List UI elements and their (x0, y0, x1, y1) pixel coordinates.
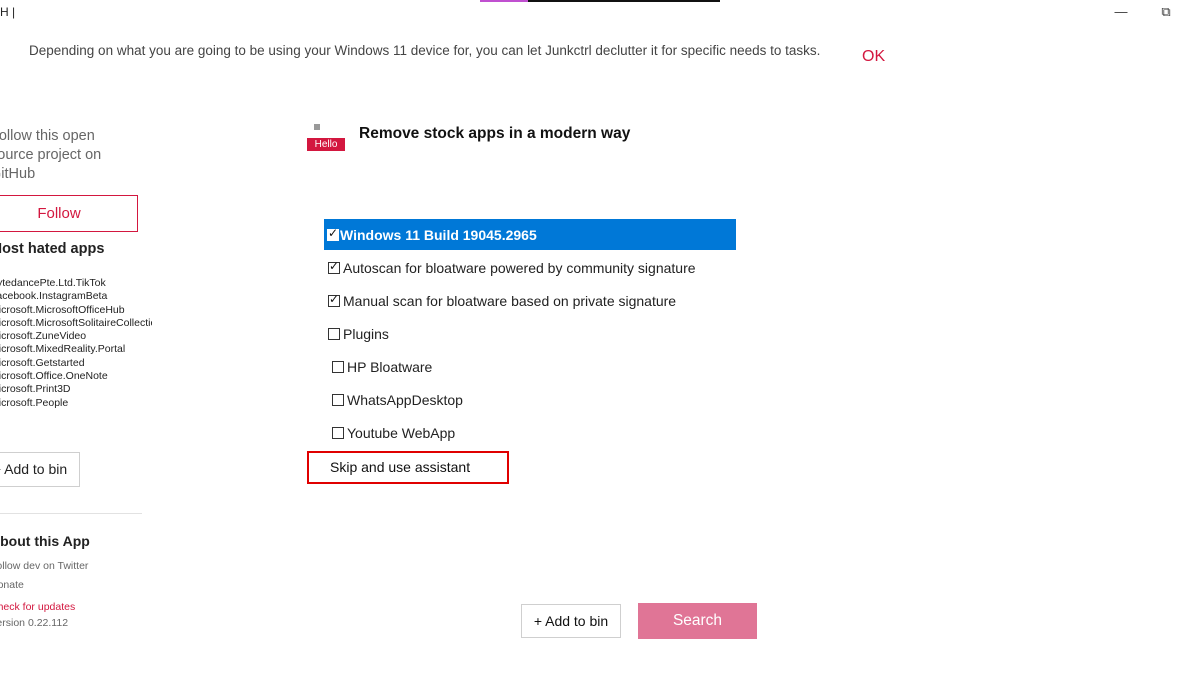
manual-scan-checkbox[interactable] (328, 292, 340, 307)
restore-button[interactable]: ⧉ (1155, 2, 1177, 22)
minimize-button[interactable]: — (1110, 2, 1132, 22)
list-item[interactable]: Facebook.InstagramBeta (0, 290, 152, 303)
list-item[interactable]: Microsoft.Office.OneNote (0, 370, 152, 383)
list-item[interactable]: Microsoft.ZuneVideo (0, 330, 152, 343)
check-updates-link[interactable]: Check for updates (0, 601, 75, 613)
youtube-webapp-checkbox[interactable] (332, 427, 344, 439)
most-hated-list: BytedancePte.Ltd.TikTok Facebook.Instagr… (0, 277, 152, 410)
about-title: About this App (0, 533, 90, 549)
list-item[interactable]: Microsoft.MicrosoftSolitaireCollection (0, 317, 152, 330)
most-hated-title: Most hated apps (0, 241, 105, 257)
list-item[interactable]: Microsoft.People (0, 397, 152, 410)
sidebar-add-to-bin-button[interactable]: + Add to bin (0, 452, 80, 487)
donate-link[interactable]: Donate (0, 579, 24, 591)
option-label: Youtube WebApp (347, 425, 456, 441)
hp-bloatware-checkbox[interactable] (332, 361, 344, 373)
build-checkbox[interactable] (327, 226, 339, 241)
list-item[interactable]: BytedancePte.Ltd.TikTok (0, 277, 152, 290)
option-label: Manual scan for bloatware based on priva… (343, 293, 677, 309)
list-item[interactable]: Microsoft.Getstarted (0, 357, 152, 370)
twitter-link[interactable]: Follow dev on Twitter (0, 560, 88, 572)
option-label: HP Bloatware (347, 359, 433, 375)
add-to-bin-button[interactable]: + Add to bin (521, 604, 621, 638)
build-option-selected[interactable]: Windows 11 Build 19045.2965 (324, 219, 736, 250)
autoscan-checkbox[interactable] (328, 259, 340, 274)
plugins-checkbox[interactable] (328, 328, 340, 340)
hello-dot-icon (314, 124, 320, 130)
whatsapp-checkbox[interactable] (332, 394, 344, 406)
hello-badge: Hello (307, 138, 345, 151)
version-text: Version 0.22.112 (0, 617, 69, 629)
github-promo-text: Follow this open source project on GitHu… (0, 128, 102, 182)
option-label: WhatsAppDesktop (347, 392, 463, 408)
list-item[interactable]: Microsoft.Print3D (0, 383, 152, 396)
search-button[interactable]: Search (638, 603, 757, 639)
titlebar-accent-pink (480, 0, 528, 2)
follow-button[interactable]: Follow (0, 195, 138, 232)
page-title: Remove stock apps in a modern way (359, 125, 631, 142)
option-label: Plugins (343, 326, 389, 342)
notification-ok-button[interactable]: OK (862, 48, 885, 66)
skip-assistant-link[interactable]: Skip and use assistant (330, 459, 470, 475)
build-label: Windows 11 Build 19045.2965 (340, 227, 537, 243)
list-item[interactable]: Microsoft.MixedReality.Portal (0, 343, 152, 356)
sidebar: Follow this open source project on GitHu… (0, 100, 152, 675)
list-item[interactable]: Microsoft.MicrosoftOfficeHub (0, 304, 152, 317)
option-label: Autoscan for bloatware powered by commun… (343, 260, 696, 276)
sidebar-divider (0, 513, 142, 514)
notification-text: Depending on what you are going to be us… (29, 43, 821, 58)
window-title: H | (0, 5, 16, 19)
